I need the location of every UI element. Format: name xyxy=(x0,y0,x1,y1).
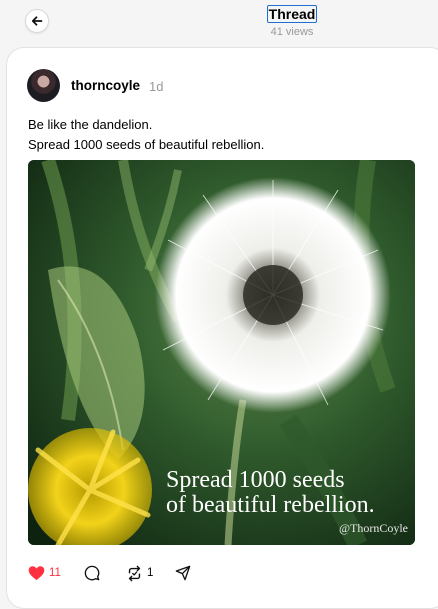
comment-icon xyxy=(84,565,100,581)
send-icon xyxy=(175,565,191,581)
post-text-line-1: Be like the dandelion. xyxy=(28,117,153,132)
heart-icon xyxy=(28,566,45,581)
post-timestamp[interactable]: 1d xyxy=(149,79,163,94)
post-image[interactable]: Spread 1000 seeds of beautiful rebellion… xyxy=(28,160,415,545)
image-overlay-line-1: Spread 1000 seeds xyxy=(166,467,345,493)
post-text: Be like the dandelion. Spread 1000 seeds… xyxy=(28,115,264,155)
like-button[interactable]: 11 xyxy=(28,563,61,583)
image-overlay-line-2: of beautiful rebellion. xyxy=(166,492,375,518)
share-button[interactable] xyxy=(175,563,191,583)
top-bar: Thread 41 views xyxy=(0,0,438,46)
image-watermark: @ThornCoyle xyxy=(339,521,408,535)
page-title: Thread xyxy=(266,5,318,23)
comment-button[interactable] xyxy=(84,563,100,583)
post-text-line-2: Spread 1000 seeds of beautiful rebellion… xyxy=(28,137,265,152)
header-title-group: Thread 41 views xyxy=(0,5,438,39)
view-count: 41 views xyxy=(270,26,314,38)
repost-button[interactable]: 1 xyxy=(126,563,153,583)
dandelion-photo: Spread 1000 seeds of beautiful rebellion… xyxy=(28,160,415,545)
post-actions: 11 1 xyxy=(28,563,328,583)
repost-icon xyxy=(128,565,141,581)
post-username[interactable]: thorncoyle xyxy=(71,78,140,93)
avatar[interactable] xyxy=(27,69,60,102)
like-count: 11 xyxy=(49,567,61,579)
repost-count: 1 xyxy=(147,567,154,579)
